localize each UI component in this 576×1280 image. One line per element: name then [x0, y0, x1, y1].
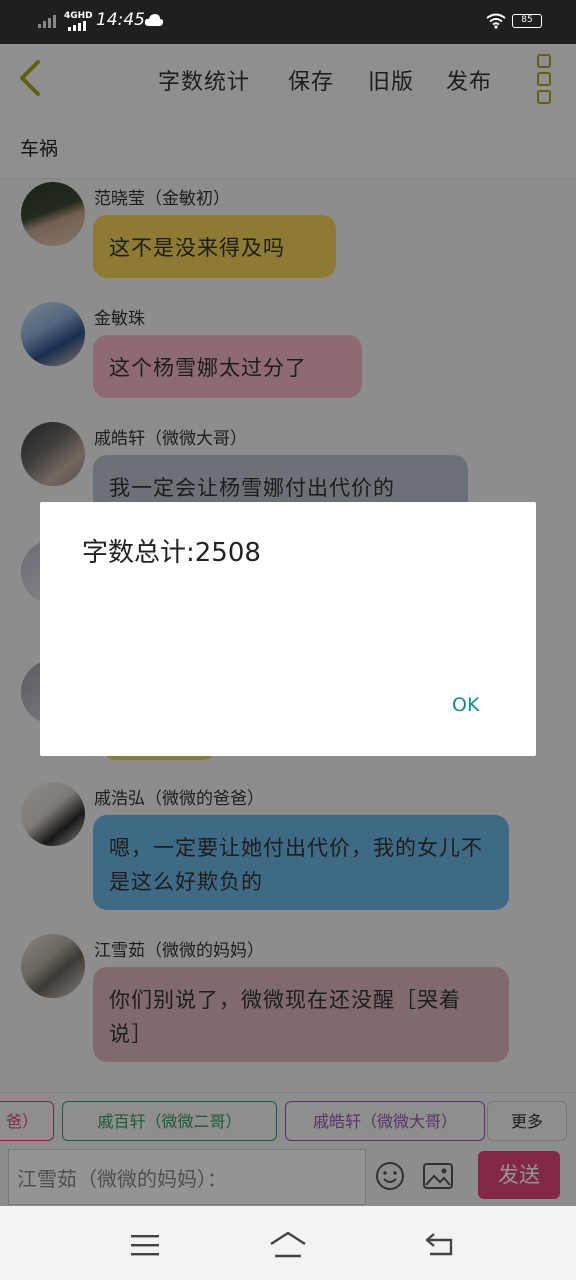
menu-icon[interactable] [130, 1234, 160, 1256]
network-type: 4GHD [64, 11, 93, 21]
navigation-bar [0, 1206, 576, 1280]
signal-strength-icon [68, 21, 86, 31]
status-bar: 4GHD 14:45 85 [0, 0, 576, 44]
back-icon[interactable] [424, 1232, 456, 1256]
wifi-icon [486, 13, 506, 29]
dialog-message: 字数总计:2508 [82, 538, 261, 568]
ok-button[interactable]: OK [452, 694, 479, 716]
home-icon[interactable] [268, 1230, 308, 1258]
cloud-icon [144, 14, 164, 26]
clock: 14:45 [96, 10, 145, 30]
word-count-dialog: 字数总计:2508 OK [40, 502, 536, 756]
battery-indicator: 85 [512, 14, 542, 28]
signal-icon [38, 15, 56, 28]
